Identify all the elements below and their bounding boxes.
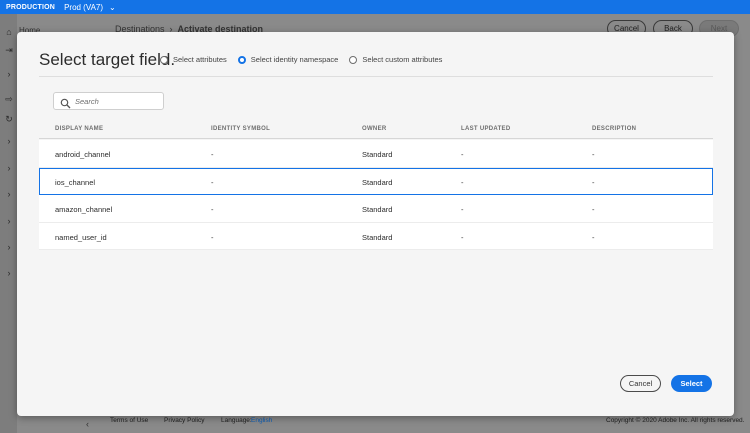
cell-last-updated: -	[461, 177, 464, 187]
radio-label: Select custom attributes	[362, 55, 443, 64]
radio-icon[interactable]	[349, 55, 358, 64]
table-row[interactable]: amazon_channel - Standard - -	[39, 195, 713, 223]
table-header: DISPLAY NAME IDENTITY SYMBOL OWNER LAST …	[39, 126, 713, 136]
org-switcher[interactable]: Prod (VA7)	[64, 3, 103, 12]
table-row-selected[interactable]: ios_channel - Standard - -	[39, 167, 713, 195]
radio-select-identity-namespace[interactable]: Select identity namespace	[237, 55, 339, 64]
cell-identity-symbol: -	[211, 205, 214, 214]
column-header-display-name[interactable]: DISPLAY NAME	[55, 126, 103, 132]
column-header-identity-symbol[interactable]: IDENTITY SYMBOL	[211, 126, 270, 132]
cell-display-name: amazon_channel	[55, 205, 113, 214]
column-header-owner[interactable]: OWNER	[362, 126, 387, 132]
cell-display-name: android_channel	[55, 150, 111, 159]
copyright-text: Copyright © 2020 Adobe Inc. All rights r…	[606, 417, 745, 424]
left-rail: ⌂ ⇥ › ⇨ ↻ › › › › › ›	[0, 14, 17, 433]
select-target-field-dialog: Select target field. Select attributes S…	[17, 32, 734, 416]
terms-link[interactable]: Terms of Use	[110, 417, 148, 424]
radio-selected-icon[interactable]	[237, 55, 246, 64]
column-header-description[interactable]: DESCRIPTION	[592, 126, 636, 132]
chevron-right-icon[interactable]: ›	[4, 216, 14, 226]
destinations-icon[interactable]: ⇥	[4, 45, 14, 55]
namespace-table: android_channel - Standard - - ios_chann…	[39, 140, 713, 250]
chevron-right-icon[interactable]: ›	[4, 268, 14, 278]
cell-last-updated: -	[461, 205, 464, 214]
radio-icon[interactable]	[160, 55, 168, 64]
cell-display-name: ios_channel	[55, 177, 96, 187]
search-icon	[60, 96, 71, 108]
radio-select-custom-attributes[interactable]: Select custom attributes	[349, 55, 442, 64]
environment-label: PRODUCTION	[6, 3, 56, 11]
cell-owner: Standard	[362, 205, 393, 214]
cell-description: -	[592, 177, 595, 187]
table-row[interactable]: android_channel - Standard - -	[39, 140, 713, 168]
cell-identity-symbol: -	[211, 232, 214, 242]
chevron-right-icon[interactable]: ›	[4, 189, 14, 199]
privacy-link[interactable]: Privacy Policy	[164, 417, 204, 424]
radio-label: Select identity namespace	[250, 55, 339, 64]
chevron-left-icon[interactable]: ‹	[86, 419, 89, 429]
cell-owner: Standard	[362, 177, 393, 187]
cell-display-name: named_user_id	[55, 232, 107, 242]
divider	[39, 76, 713, 77]
search-input[interactable]	[75, 96, 161, 106]
language-link[interactable]: English	[251, 417, 272, 424]
sign-in-icon[interactable]: ⇨	[4, 94, 14, 104]
home-icon[interactable]: ⌂	[4, 27, 14, 37]
divider	[39, 138, 713, 139]
cell-description: -	[592, 205, 595, 214]
cell-identity-symbol: -	[211, 150, 214, 159]
chevron-right-icon[interactable]: ›	[4, 242, 14, 252]
search-field[interactable]	[53, 92, 164, 110]
cell-last-updated: -	[461, 232, 464, 242]
dialog-title: Select target field.	[39, 50, 176, 69]
chevron-down-icon[interactable]: ›	[4, 69, 14, 79]
language-label: Language:	[221, 417, 252, 424]
column-header-last-updated[interactable]: LAST UPDATED	[461, 126, 511, 132]
cell-owner: Standard	[362, 232, 393, 242]
cell-description: -	[592, 232, 595, 242]
select-button[interactable]: Select	[671, 375, 712, 392]
top-bar: PRODUCTION Prod (VA7) ⌄	[0, 0, 750, 14]
cell-identity-symbol: -	[211, 177, 214, 187]
table-row[interactable]: named_user_id - Standard - -	[39, 222, 713, 250]
radio-label: Select attributes	[173, 55, 227, 64]
cell-description: -	[592, 150, 595, 159]
cell-owner: Standard	[362, 150, 393, 159]
cancel-button[interactable]: Cancel	[620, 375, 661, 392]
sign-out-icon[interactable]: ↻	[4, 114, 14, 124]
radio-select-attributes[interactable]: Select attributes	[160, 55, 227, 64]
chevron-down-icon[interactable]: ⌄	[109, 3, 116, 12]
radio-group: Select attributes Select identity namesp…	[160, 55, 453, 64]
chevron-right-icon[interactable]: ›	[4, 163, 14, 173]
chevron-right-icon[interactable]: ›	[4, 136, 14, 146]
cell-last-updated: -	[461, 150, 464, 159]
